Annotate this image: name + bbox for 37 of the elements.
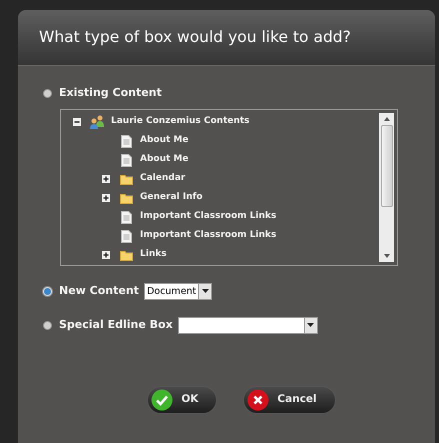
option-label: Special Edline Box xyxy=(59,316,173,333)
expand-toggle[interactable] xyxy=(102,194,110,202)
folder-icon xyxy=(120,250,132,260)
dialog-title: What type of box would you like to add? xyxy=(39,26,351,48)
scrollbar[interactable] xyxy=(379,112,394,262)
caret-icon xyxy=(307,323,314,327)
people-icon xyxy=(89,115,105,129)
document-icon xyxy=(120,134,132,148)
tree-item[interactable]: Important Classroom Links xyxy=(140,229,276,243)
tree-item[interactable]: Important Classroom Links xyxy=(140,210,276,224)
dropdown[interactable] xyxy=(178,316,318,334)
checkmark-icon xyxy=(151,389,174,411)
tree-item[interactable]: General Info xyxy=(140,191,203,205)
radio-button[interactable] xyxy=(43,88,52,98)
option-label: Existing Content xyxy=(59,85,162,101)
scroll-up-icon[interactable] xyxy=(384,116,390,120)
ok-button[interactable]: OK xyxy=(147,386,218,414)
tree-item[interactable]: About Me xyxy=(140,153,188,167)
option-label: New Content xyxy=(59,282,139,299)
tree-item[interactable]: Calendar xyxy=(140,172,186,186)
collapse-toggle[interactable] xyxy=(73,118,81,126)
tree-item[interactable]: Links xyxy=(140,248,167,262)
caret-icon xyxy=(202,289,209,293)
document-icon xyxy=(120,210,132,224)
expand-toggle[interactable] xyxy=(102,175,110,183)
expand-toggle[interactable] xyxy=(102,251,110,259)
document-icon xyxy=(120,230,132,242)
radio-button[interactable] xyxy=(43,320,52,330)
document-icon xyxy=(120,154,132,166)
folder-icon xyxy=(120,174,132,184)
scroll-down-icon[interactable] xyxy=(384,254,390,258)
close-icon xyxy=(247,389,270,411)
folder-icon xyxy=(120,192,132,204)
tree-item[interactable]: About Me xyxy=(140,134,188,148)
dropdown[interactable]: Document xyxy=(144,282,212,300)
cancel-button[interactable]: Cancel xyxy=(243,386,336,414)
tree-item[interactable]: Laurie Conzemius Contents xyxy=(111,115,250,129)
